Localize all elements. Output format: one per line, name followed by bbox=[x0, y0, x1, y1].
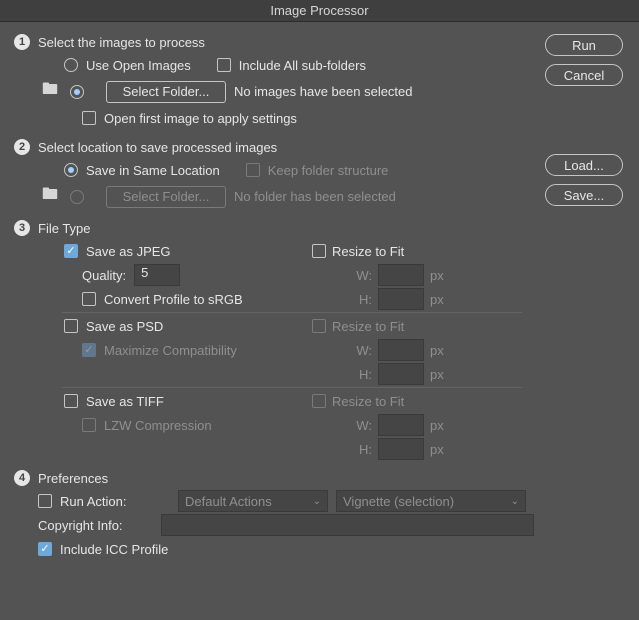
open-first-image-label: Open first image to apply settings bbox=[104, 111, 297, 126]
icc-profile-check[interactable] bbox=[38, 542, 52, 556]
step-1-heading: Select the images to process bbox=[38, 35, 205, 50]
tiff-resize-check bbox=[312, 394, 326, 408]
load-button[interactable]: Load... bbox=[545, 154, 623, 176]
jpeg-h-label: H: bbox=[348, 292, 372, 307]
select-folder-radio[interactable] bbox=[70, 85, 84, 99]
psd-h-input bbox=[378, 363, 424, 385]
step-3-heading: File Type bbox=[38, 221, 91, 236]
tiff-resize-label: Resize to Fit bbox=[332, 394, 404, 409]
psd-w-px: px bbox=[430, 343, 444, 358]
open-first-image-check[interactable] bbox=[82, 111, 96, 125]
jpeg-h-px: px bbox=[430, 292, 444, 307]
save-tiff-check[interactable] bbox=[64, 394, 78, 408]
icc-profile-label: Include ICC Profile bbox=[60, 542, 168, 557]
same-location-label: Save in Same Location bbox=[86, 163, 220, 178]
step-1-badge: 1 bbox=[14, 34, 30, 50]
psd-resize-label: Resize to Fit bbox=[332, 319, 404, 334]
include-subfolders-check[interactable] bbox=[217, 58, 231, 72]
jpeg-resize-label: Resize to Fit bbox=[332, 244, 404, 259]
action-select: Vignette (selection)⌄ bbox=[336, 490, 526, 512]
save-jpeg-check[interactable] bbox=[64, 244, 78, 258]
run-button[interactable]: Run bbox=[545, 34, 623, 56]
save-select-folder-button: Select Folder... bbox=[106, 186, 226, 208]
tiff-h-input bbox=[378, 438, 424, 460]
select-folder-button[interactable]: Select Folder... bbox=[106, 81, 226, 103]
chevron-down-icon: ⌄ bbox=[511, 496, 519, 507]
tiff-h-label: H: bbox=[348, 442, 372, 457]
cancel-button[interactable]: Cancel bbox=[545, 64, 623, 86]
lzw-label: LZW Compression bbox=[104, 418, 212, 433]
tiff-w-px: px bbox=[430, 418, 444, 433]
save-psd-label: Save as PSD bbox=[86, 319, 163, 334]
action-set-select: Default Actions⌄ bbox=[178, 490, 328, 512]
jpeg-resize-check[interactable] bbox=[312, 244, 326, 258]
max-compat-label: Maximize Compatibility bbox=[104, 343, 237, 358]
jpeg-w-px: px bbox=[430, 268, 444, 283]
run-action-label: Run Action: bbox=[60, 494, 170, 509]
separator bbox=[62, 387, 522, 388]
copyright-label: Copyright Info: bbox=[38, 518, 153, 533]
use-open-images-label: Use Open Images bbox=[86, 58, 191, 73]
save-select-folder-radio[interactable] bbox=[70, 190, 84, 204]
save-psd-check[interactable] bbox=[64, 319, 78, 333]
chevron-down-icon: ⌄ bbox=[313, 496, 321, 507]
lzw-check bbox=[82, 418, 96, 432]
jpeg-h-input bbox=[378, 288, 424, 310]
window-title: Image Processor bbox=[0, 0, 639, 22]
psd-h-label: H: bbox=[348, 367, 372, 382]
folder-out-icon: 🖿 bbox=[38, 183, 62, 210]
separator bbox=[62, 312, 522, 313]
folder-in-icon: 🖿 bbox=[38, 78, 62, 105]
run-action-check[interactable] bbox=[38, 494, 52, 508]
psd-h-px: px bbox=[430, 367, 444, 382]
step-2-heading: Select location to save processed images bbox=[38, 140, 277, 155]
psd-w-input bbox=[378, 339, 424, 361]
step-3-badge: 3 bbox=[14, 220, 30, 236]
jpeg-w-label: W: bbox=[348, 268, 372, 283]
no-folder-text: No folder has been selected bbox=[234, 189, 396, 204]
keep-structure-check bbox=[246, 163, 260, 177]
srgb-check[interactable] bbox=[82, 292, 96, 306]
no-images-text: No images have been selected bbox=[234, 84, 413, 99]
max-compat-check bbox=[82, 343, 96, 357]
save-jpeg-label: Save as JPEG bbox=[86, 244, 171, 259]
psd-w-label: W: bbox=[348, 343, 372, 358]
keep-structure-label: Keep folder structure bbox=[268, 163, 389, 178]
jpeg-w-input bbox=[378, 264, 424, 286]
same-location-radio[interactable] bbox=[64, 163, 78, 177]
step-4-badge: 4 bbox=[14, 470, 30, 486]
tiff-w-label: W: bbox=[348, 418, 372, 433]
tiff-w-input bbox=[378, 414, 424, 436]
tiff-h-px: px bbox=[430, 442, 444, 457]
save-button[interactable]: Save... bbox=[545, 184, 623, 206]
save-tiff-label: Save as TIFF bbox=[86, 394, 164, 409]
step-2-badge: 2 bbox=[14, 139, 30, 155]
psd-resize-check bbox=[312, 319, 326, 333]
include-subfolders-label: Include All sub-folders bbox=[239, 58, 366, 73]
quality-input[interactable]: 5 bbox=[134, 264, 180, 286]
use-open-images-radio[interactable] bbox=[64, 58, 78, 72]
step-4-heading: Preferences bbox=[38, 471, 108, 486]
copyright-input[interactable] bbox=[161, 514, 534, 536]
quality-label: Quality: bbox=[82, 268, 126, 283]
srgb-label: Convert Profile to sRGB bbox=[104, 292, 243, 307]
